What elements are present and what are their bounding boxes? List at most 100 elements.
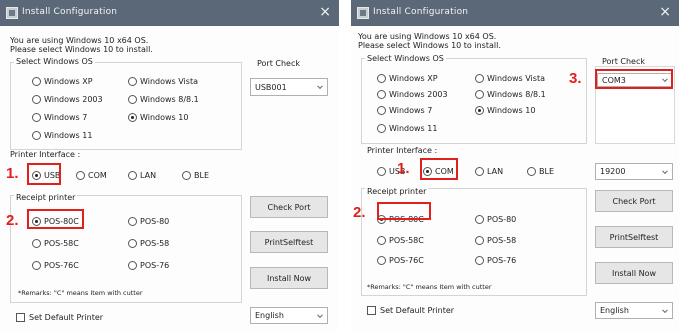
radio-circle[interactable] xyxy=(32,95,41,104)
radio-circle[interactable] xyxy=(377,90,386,99)
radio-pos-76c[interactable]: POS-76C xyxy=(32,261,79,270)
port-check-label: Port Check xyxy=(600,57,648,66)
radio-circle[interactable] xyxy=(128,217,137,226)
radio-circle[interactable] xyxy=(182,171,191,180)
radio-windows-10[interactable]: Windows 10 xyxy=(128,113,188,122)
radio-windows-7[interactable]: Windows 7 xyxy=(377,106,432,115)
radio-pos-76[interactable]: POS-76 xyxy=(475,256,516,265)
highlight-com xyxy=(420,158,458,180)
close-icon[interactable]: × xyxy=(659,4,671,20)
highlight-pos-80c xyxy=(27,209,84,229)
radio-circle[interactable] xyxy=(377,74,386,83)
separator xyxy=(339,0,351,331)
radio-pos-80[interactable]: POS-80 xyxy=(475,215,516,224)
radio-circle[interactable] xyxy=(76,171,85,180)
checkbox-box[interactable] xyxy=(16,313,25,322)
radio-circle[interactable] xyxy=(377,167,386,176)
radio-windows-11[interactable]: Windows 11 xyxy=(32,131,92,140)
window-title: Install Configuration xyxy=(22,7,118,17)
radio-circle[interactable] xyxy=(128,113,137,122)
receipt-printer-label: Receipt printer xyxy=(14,193,78,202)
title-bar: Install Configuration × xyxy=(351,0,679,26)
chevron-down-icon xyxy=(662,306,668,313)
radio-circle[interactable] xyxy=(32,239,41,248)
radio-circle[interactable] xyxy=(128,171,137,180)
remarks-text: *Remarks: "C" means Item with cutter xyxy=(18,289,143,297)
print-selftest-button[interactable]: PrintSelftest xyxy=(595,226,673,248)
windows-os-label: Select Windows OS xyxy=(365,54,446,63)
radio-interface-lan[interactable]: LAN xyxy=(128,171,156,180)
radio-circle[interactable] xyxy=(377,106,386,115)
annotation-2: 2. xyxy=(353,204,366,221)
set-default-printer-checkbox[interactable]: Set Default Printer xyxy=(367,306,454,315)
radio-circle[interactable] xyxy=(32,77,41,86)
checkbox-box[interactable] xyxy=(367,306,376,315)
language-select[interactable]: English xyxy=(595,302,673,319)
radio-windows-11[interactable]: Windows 11 xyxy=(377,124,437,133)
radio-interface-ble[interactable]: BLE xyxy=(182,171,209,180)
radio-circle[interactable] xyxy=(475,106,484,115)
radio-pos-58[interactable]: POS-58 xyxy=(128,239,169,248)
annotation-3: 3. xyxy=(569,70,582,87)
radio-interface-lan[interactable]: LAN xyxy=(475,167,503,176)
highlight-port xyxy=(595,69,673,89)
radio-interface-com[interactable]: COM xyxy=(76,171,107,180)
radio-circle[interactable] xyxy=(377,124,386,133)
check-port-button[interactable]: Check Port xyxy=(250,196,328,218)
os-info-line1: You are using Windows 10 x64 OS. xyxy=(358,32,497,41)
radio-pos-80[interactable]: POS-80 xyxy=(128,217,169,226)
language-select[interactable]: English xyxy=(250,307,328,324)
printer-interface-label: Printer Interface : xyxy=(10,150,81,159)
close-icon[interactable]: × xyxy=(319,4,331,20)
port-select[interactable]: USB001 xyxy=(250,78,328,96)
radio-circle[interactable] xyxy=(128,239,137,248)
radio-circle[interactable] xyxy=(32,131,41,140)
radio-circle[interactable] xyxy=(32,113,41,122)
radio-circle[interactable] xyxy=(475,236,484,245)
radio-circle[interactable] xyxy=(475,90,484,99)
radio-windows-8[interactable]: Windows 8/8.1 xyxy=(475,90,546,99)
install-now-button[interactable]: Install Now xyxy=(595,262,673,284)
annotation-1: 1. xyxy=(6,165,19,182)
radio-circle[interactable] xyxy=(32,261,41,270)
install-config-window-left: Install Configuration × You are using Wi… xyxy=(0,0,339,331)
app-icon xyxy=(357,7,369,19)
radio-circle[interactable] xyxy=(475,167,484,176)
set-default-printer-checkbox[interactable]: Set Default Printer xyxy=(16,313,103,322)
radio-windows-xp[interactable]: Windows XP xyxy=(377,74,438,83)
radio-circle[interactable] xyxy=(377,256,386,265)
radio-circle[interactable] xyxy=(475,256,484,265)
radio-windows-8[interactable]: Windows 8/8.1 xyxy=(128,95,199,104)
radio-pos-76[interactable]: POS-76 xyxy=(128,261,169,270)
radio-interface-ble[interactable]: BLE xyxy=(527,167,554,176)
baud-rate-select[interactable]: 19200 xyxy=(595,163,673,180)
install-now-button[interactable]: Install Now xyxy=(250,267,328,289)
radio-pos-76c[interactable]: POS-76C xyxy=(377,256,424,265)
radio-windows-vista[interactable]: Windows Vista xyxy=(475,74,545,83)
radio-circle[interactable] xyxy=(475,74,484,83)
radio-pos-58[interactable]: POS-58 xyxy=(475,236,516,245)
install-config-window-right: Install Configuration × You are using Wi… xyxy=(351,0,679,331)
radio-windows-7[interactable]: Windows 7 xyxy=(32,113,87,122)
radio-circle[interactable] xyxy=(377,236,386,245)
annotation-1: 1. xyxy=(397,160,410,177)
highlight-pos-80c xyxy=(377,202,431,220)
radio-pos-58c[interactable]: POS-58C xyxy=(32,239,79,248)
radio-windows-2003[interactable]: Windows 2003 xyxy=(32,95,103,104)
remarks-text: *Remarks: "C" means Item with cutter xyxy=(367,283,492,291)
radio-pos-58c[interactable]: POS-58C xyxy=(377,236,424,245)
radio-circle[interactable] xyxy=(475,215,484,224)
radio-windows-2003[interactable]: Windows 2003 xyxy=(377,90,448,99)
chevron-down-icon xyxy=(317,83,323,90)
radio-circle[interactable] xyxy=(527,167,536,176)
print-selftest-button[interactable]: PrintSelftest xyxy=(250,231,328,253)
printer-interface-label: Printer Interface : xyxy=(367,146,438,155)
radio-circle[interactable] xyxy=(128,261,137,270)
radio-windows-vista[interactable]: Windows Vista xyxy=(128,77,198,86)
radio-windows-xp[interactable]: Windows XP xyxy=(32,77,93,86)
radio-circle[interactable] xyxy=(128,77,137,86)
check-port-button[interactable]: Check Port xyxy=(595,190,673,212)
chevron-down-icon xyxy=(317,311,323,318)
radio-windows-10[interactable]: Windows 10 xyxy=(475,106,535,115)
radio-circle[interactable] xyxy=(128,95,137,104)
